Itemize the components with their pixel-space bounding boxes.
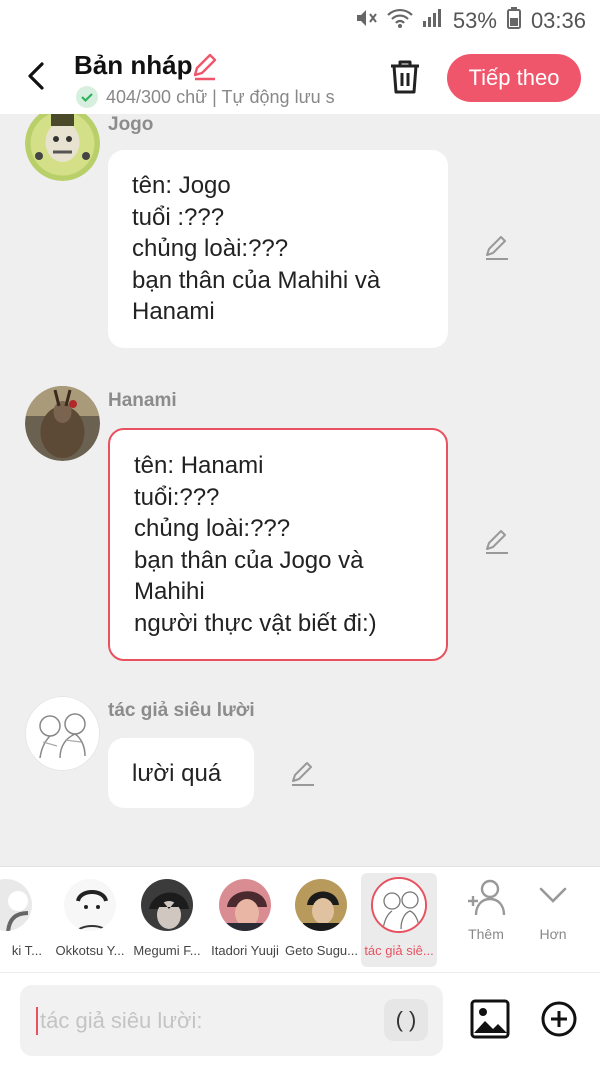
character-avatar — [371, 877, 427, 933]
edit-message-icon[interactable] — [483, 528, 511, 556]
character-label: Itadori Yuuji — [211, 943, 279, 958]
character-avatar — [217, 877, 273, 933]
character-avatar — [139, 877, 195, 933]
character-item[interactable]: Megumi F... — [131, 873, 203, 958]
avatar[interactable] — [25, 696, 100, 771]
message-line: bạn thân của Jogo và — [134, 546, 364, 574]
character-item[interactable]: Itadori Yuuji — [209, 873, 281, 958]
plus-circle-icon — [541, 1001, 577, 1037]
message-line: chủng loài:??? — [132, 235, 289, 262]
edit-message-icon[interactable] — [483, 234, 511, 262]
character-label: Geto Sugu... — [285, 943, 357, 958]
character-bar: ki T... Okkotsu Y... Megumi F... Itadori… — [0, 866, 600, 972]
more-label: Hơn — [539, 926, 567, 942]
sender-name: Jogo — [108, 114, 154, 135]
status-bar: 53% 03:36 — [0, 0, 600, 42]
draft-status: 404/300 chữ | Tự động lưu s — [76, 86, 360, 108]
message-line: Mahihi — [134, 578, 205, 605]
input-bar: tác giả siêu lười: ( ) — [0, 972, 600, 1067]
add-label: Thêm — [468, 926, 504, 942]
battery-percent: 53% — [452, 8, 497, 33]
character-label: Megumi F... — [133, 943, 201, 958]
message-input[interactable]: tác giả siêu lười: ( ) — [20, 985, 443, 1056]
character-avatar — [62, 877, 118, 933]
message-line: chủng loài:??? — [134, 515, 291, 542]
app-header: Bản nháp 404/300 chữ | Tự động lưu s Tiế… — [0, 42, 600, 114]
image-button[interactable] — [470, 999, 510, 1039]
character-label: ki T... — [11, 943, 42, 958]
message-line: bạn thân của Mahihi và — [132, 266, 381, 294]
trash-icon — [391, 60, 419, 94]
placeholder-text: tác giả siêu lười: — [40, 1008, 203, 1033]
back-arrow-icon — [28, 62, 44, 90]
message-line: tuổi:??? — [134, 483, 220, 511]
character-label: tác giả siê... — [364, 943, 434, 958]
add-character-button[interactable]: Thêm — [456, 877, 516, 942]
chat-area: Jogo tên: Jogo tuổi :??? chủng loài:??? … — [0, 114, 600, 866]
character-avatar — [0, 877, 34, 933]
character-avatar — [293, 877, 349, 933]
sender-name: tác giả siêu lười — [108, 700, 255, 721]
message-line: tên: Hanami — [134, 452, 264, 479]
wifi-icon — [387, 7, 413, 35]
message-bubble[interactable]: tên: Jogo tuổi :??? chủng loài:??? bạn t… — [108, 150, 448, 348]
battery-icon — [506, 7, 521, 35]
message-line: tên: Jogo — [132, 172, 231, 199]
character-item-active[interactable]: tác giả siê... — [361, 873, 437, 967]
message-line: Hanami — [132, 298, 215, 325]
character-item[interactable]: Okkotsu Y... — [54, 873, 126, 958]
message-line: tuổi :??? — [132, 203, 225, 231]
mute-icon — [355, 7, 379, 35]
delete-button[interactable] — [388, 58, 422, 96]
word-count-status: 404/300 chữ | Tự động lưu s — [106, 86, 335, 107]
parentheses-button[interactable]: ( ) — [384, 999, 428, 1041]
message-line: lười quá — [132, 760, 222, 787]
image-icon — [470, 999, 510, 1039]
next-button[interactable]: Tiếp theo — [447, 54, 581, 102]
more-button[interactable]: Hơn — [523, 877, 583, 942]
signal-icon — [421, 7, 443, 35]
message-input-placeholder: tác giả siêu lười: — [36, 1007, 202, 1035]
avatar[interactable] — [25, 386, 100, 461]
text-caret — [36, 1007, 38, 1035]
character-label: Okkotsu Y... — [55, 943, 125, 958]
avatar[interactable] — [25, 114, 100, 181]
check-icon — [76, 86, 98, 108]
back-button[interactable] — [20, 58, 56, 94]
message-bubble[interactable]: lười quá — [108, 738, 254, 808]
message-bubble-selected[interactable]: tên: Hanami tuổi:??? chủng loài:??? bạn … — [108, 428, 448, 661]
page-title: Bản nháp — [74, 50, 193, 80]
sender-name: Hanami — [108, 390, 177, 411]
chevron-down-icon — [539, 887, 567, 903]
edit-message-icon[interactable] — [289, 760, 317, 788]
add-button[interactable] — [540, 1000, 578, 1038]
character-item[interactable]: ki T... — [0, 873, 42, 958]
edit-title-icon[interactable] — [190, 52, 220, 82]
add-user-icon — [468, 879, 506, 916]
clock: 03:36 — [530, 8, 586, 33]
character-item[interactable]: Geto Sugu... — [285, 873, 357, 958]
message-line: người thực vật biết đi:) — [134, 609, 377, 637]
